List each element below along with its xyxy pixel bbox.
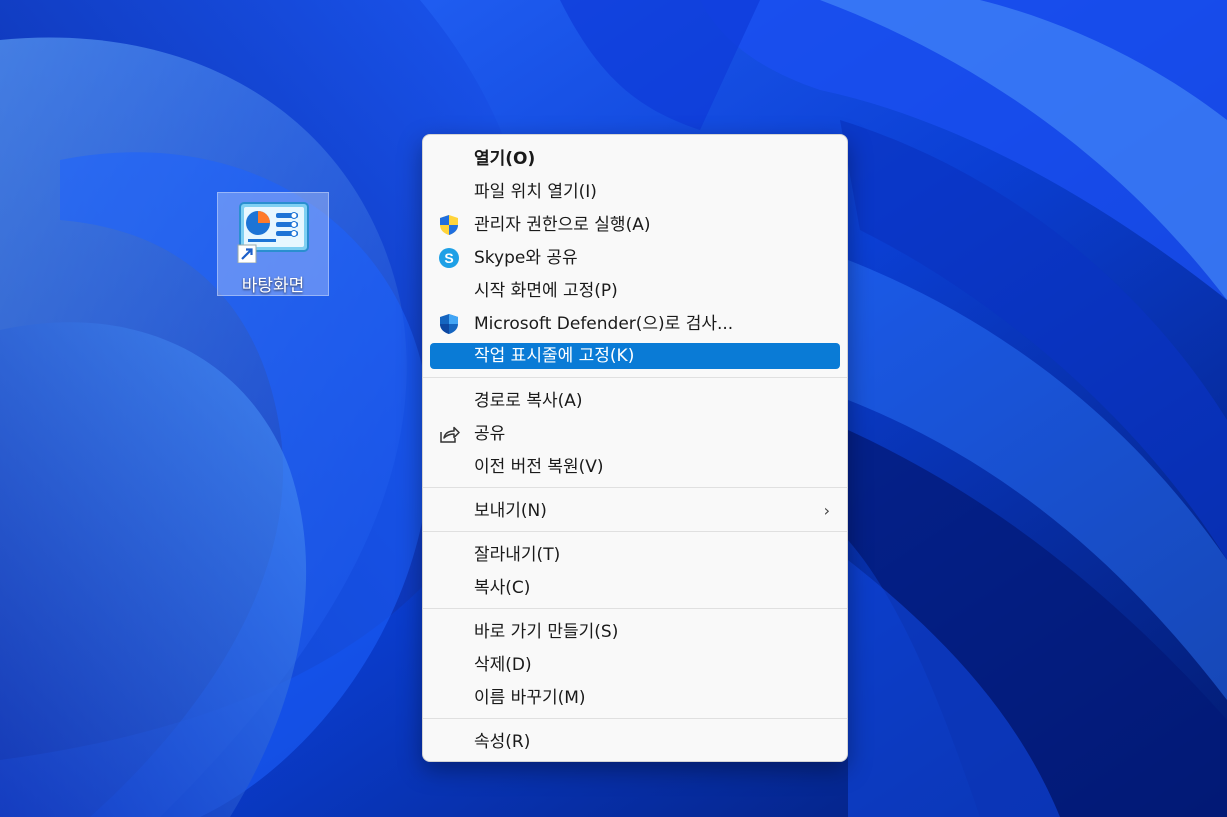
menu-item-defender-scan[interactable]: Microsoft Defender(으)로 검사... [430, 311, 840, 337]
menu-item-label: 관리자 권한으로 실행(A) [474, 215, 651, 235]
skype-icon: S [439, 248, 459, 268]
menu-item-open[interactable]: 열기(O) [430, 146, 840, 172]
desktop-shortcut[interactable]: 바탕화면 [217, 192, 329, 296]
chevron-right-icon: › [823, 501, 830, 520]
menu-separator [423, 487, 847, 488]
menu-item-create-shortcut[interactable]: 바로 가기 만들기(S) [430, 619, 840, 645]
menu-item-copy[interactable]: 복사(C) [430, 575, 840, 601]
share-icon [440, 426, 460, 443]
menu-item-label: 파일 위치 열기(I) [474, 182, 597, 202]
menu-separator [423, 608, 847, 609]
menu-item-label: 잘라내기(T) [474, 545, 561, 565]
menu-item-label: 속성(R) [474, 732, 531, 752]
menu-item-run-as-admin[interactable]: 관리자 권한으로 실행(A) [430, 212, 840, 238]
uac-shield-icon [440, 215, 458, 235]
menu-item-label: 이름 바꾸기(M) [474, 688, 586, 708]
menu-item-label: 이전 버전 복원(V) [474, 457, 604, 477]
menu-item-label: 시작 화면에 고정(P) [474, 281, 618, 301]
menu-item-label: 삭제(D) [474, 655, 532, 675]
menu-separator [423, 377, 847, 378]
svg-text:S: S [444, 250, 453, 266]
menu-item-label: 바로 가기 만들기(S) [474, 622, 619, 642]
context-menu: 열기(O) 파일 위치 열기(I) 관리자 권한으로 실행(A) S Skype… [422, 134, 848, 762]
menu-item-label: 복사(C) [474, 578, 531, 598]
menu-item-label: Microsoft Defender(으)로 검사... [474, 314, 734, 334]
menu-item-copy-as-path[interactable]: 경로로 복사(A) [430, 388, 840, 414]
menu-item-open-file-location[interactable]: 파일 위치 열기(I) [430, 179, 840, 205]
menu-item-rename[interactable]: 이름 바꾸기(M) [430, 685, 840, 711]
menu-item-properties[interactable]: 속성(R) [430, 729, 840, 755]
menu-item-share-with-skype[interactable]: S Skype와 공유 [430, 245, 840, 271]
menu-separator [423, 531, 847, 532]
menu-item-label: 열기(O) [474, 149, 536, 169]
menu-item-share[interactable]: 공유 [430, 421, 840, 447]
desktop-shortcut-icon [237, 202, 309, 263]
menu-separator [423, 718, 847, 719]
menu-item-send-to[interactable]: 보내기(N) › [430, 498, 840, 524]
menu-item-pin-to-start[interactable]: 시작 화면에 고정(P) [430, 278, 840, 304]
menu-item-pin-to-taskbar[interactable]: 작업 표시줄에 고정(K) [430, 343, 840, 369]
menu-item-label: Skype와 공유 [474, 248, 578, 268]
menu-item-label: 경로로 복사(A) [474, 391, 583, 411]
menu-item-cut[interactable]: 잘라내기(T) [430, 542, 840, 568]
menu-item-label: 공유 [474, 424, 506, 444]
menu-item-label: 보내기(N) [474, 501, 547, 521]
menu-item-label: 작업 표시줄에 고정(K) [474, 346, 635, 366]
desktop-shortcut-label: 바탕화면 [241, 276, 305, 296]
menu-item-delete[interactable]: 삭제(D) [430, 652, 840, 678]
menu-item-restore-previous-versions[interactable]: 이전 버전 복원(V) [430, 454, 840, 480]
defender-shield-icon [440, 314, 458, 334]
